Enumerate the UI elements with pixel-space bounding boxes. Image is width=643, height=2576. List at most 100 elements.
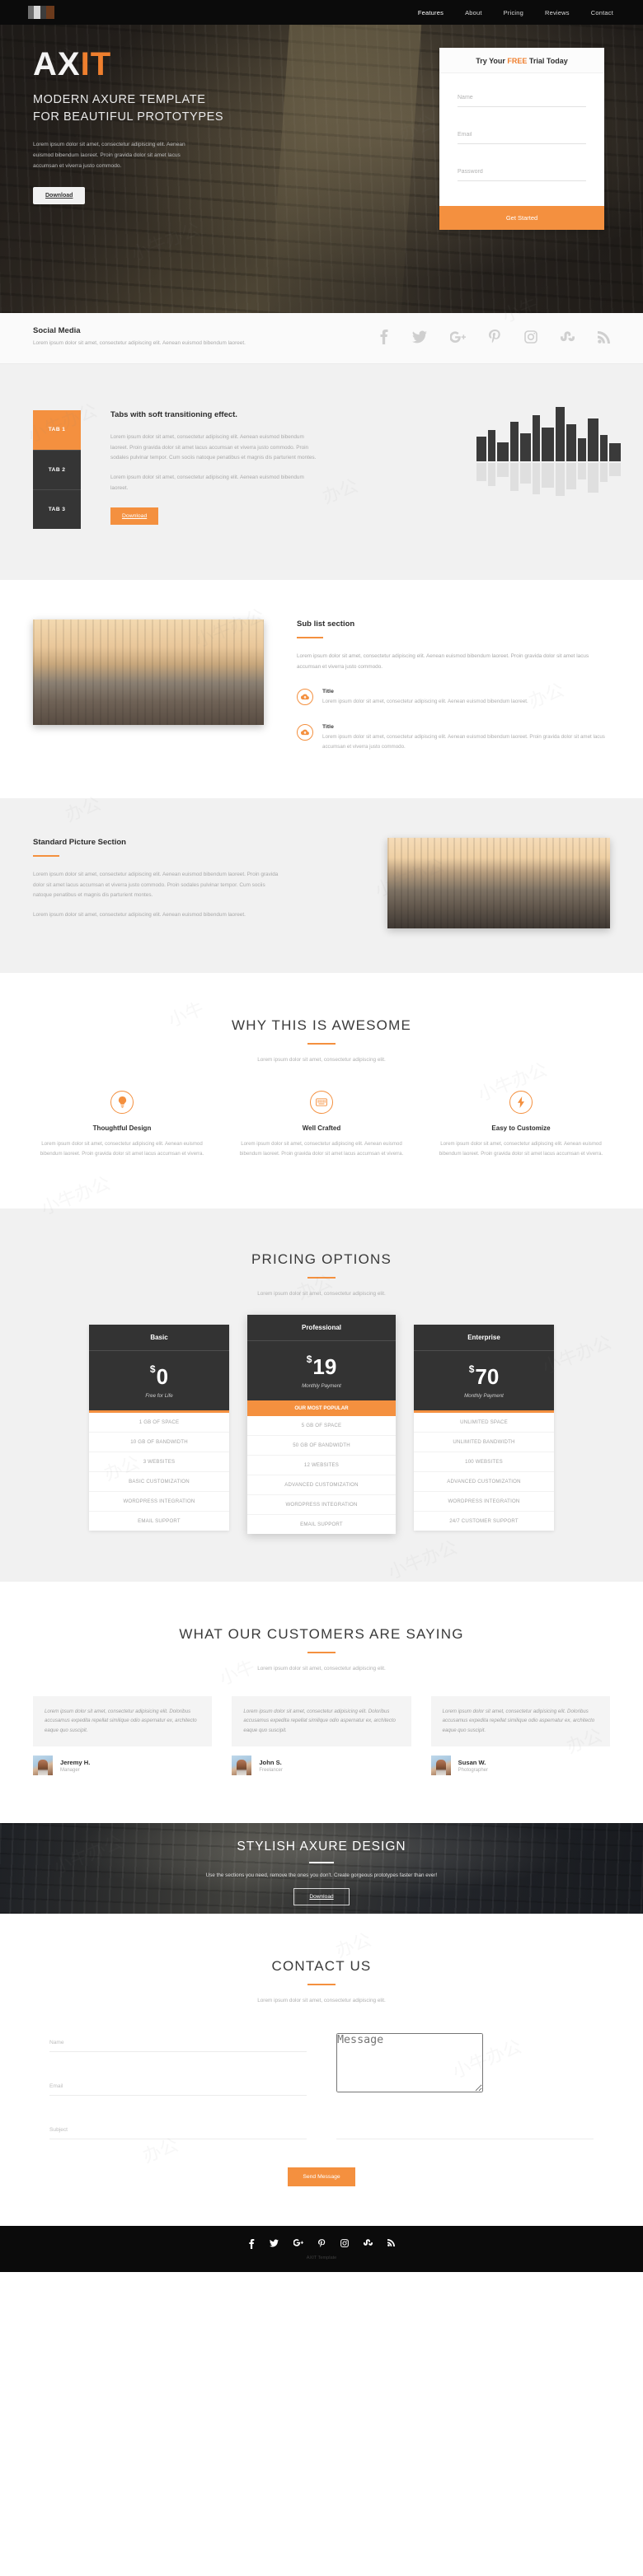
- plan-feature: BASIC CUSTOMIZATION: [89, 1472, 229, 1492]
- testimonial-quote: Lorem ipsum dolor sit amet, consectetur …: [430, 1695, 610, 1747]
- footer-social-row: [0, 2239, 643, 2250]
- trial-title-before: Try Your: [476, 57, 508, 65]
- contact-subtitle: Lorem ipsum dolor sit amet, consectetur …: [257, 1998, 386, 2004]
- tab-1[interactable]: TAB 1: [33, 409, 81, 450]
- feature-text: Lorem ipsum dolor sit amet, consectetur …: [239, 1140, 404, 1157]
- plan-feature: EMAIL SUPPORT: [300, 1521, 343, 1527]
- google-plus-icon[interactable]: [450, 331, 466, 344]
- top-navigation-bar: Features About Pricing Reviews Contact: [0, 0, 643, 25]
- testimonial-card: Lorem ipsum dolor sit amet, consectetur …: [232, 1695, 411, 1776]
- rss-icon[interactable]: [598, 330, 610, 344]
- social-media-section: Social Media Lorem ipsum dolor sit amet,…: [0, 313, 643, 364]
- standard-paragraph-1: Lorem ipsum dolor sit amet, consectetur …: [33, 871, 279, 899]
- nav-item-reviews[interactable]: Reviews: [545, 9, 570, 16]
- pricing-card-professional[interactable]: Professional $19 Monthly Payment OUR MOS…: [247, 1314, 396, 1534]
- contact-name-field[interactable]: [49, 2033, 307, 2053]
- pinterest-icon[interactable]: [489, 330, 501, 344]
- trial-password-field[interactable]: [458, 162, 586, 181]
- testimonial-quote: Lorem ipsum dolor sit amet, consectetur …: [33, 1695, 213, 1747]
- bolt-icon: [509, 1090, 533, 1114]
- sublist-rule: [297, 636, 323, 638]
- avatar: [232, 1756, 252, 1776]
- brand-suffix: IT: [80, 46, 112, 82]
- get-started-button[interactable]: Get Started: [439, 206, 604, 230]
- brand-prefix: AX: [33, 46, 81, 82]
- contact-email-field[interactable]: [49, 2077, 307, 2097]
- testimonial-role: Manager: [60, 1767, 80, 1773]
- contact-section: CONTACT US Lorem ipsum dolor sit amet, c…: [0, 1914, 643, 2227]
- stumbleupon-icon[interactable]: [561, 331, 575, 343]
- social-text-block: Social Media Lorem ipsum dolor sit amet,…: [33, 326, 246, 348]
- cta-download-button[interactable]: Download: [293, 1887, 350, 1905]
- tab-panel: Tabs with soft transitioning effect. Lor…: [110, 410, 317, 529]
- axit-logo[interactable]: [28, 6, 56, 19]
- rss-icon[interactable]: [387, 2239, 395, 2249]
- twitter-icon[interactable]: [412, 330, 427, 344]
- nav-item-features[interactable]: Features: [418, 9, 444, 16]
- plan-feature: WORDPRESS INTEGRATION: [247, 1495, 396, 1515]
- pricing-section: PRICING OPTIONS Lorem ipsum dolor sit am…: [0, 1208, 643, 1582]
- plan-feature: 100 WEBSITES: [414, 1452, 554, 1472]
- cta-paragraph: Use the sections you need, remove the on…: [205, 1872, 438, 1878]
- contact-message-input[interactable]: [336, 2033, 483, 2093]
- contact-message-field[interactable]: [336, 2033, 594, 2140]
- trial-card-title: Try Your FREE Trial Today: [439, 48, 604, 73]
- nav-item-pricing[interactable]: Pricing: [504, 9, 523, 16]
- tab-heading: Tabs with soft transitioning effect.: [110, 409, 237, 419]
- nav-item-contact[interactable]: Contact: [591, 9, 613, 16]
- facebook-icon[interactable]: [378, 330, 389, 345]
- testimonials-heading: WHAT OUR CUSTOMERS ARE SAYING: [179, 1625, 464, 1642]
- plan-feature: ADVANCED CUSTOMIZATION: [247, 1475, 396, 1495]
- trial-email-input[interactable]: [458, 132, 586, 138]
- trial-name-input[interactable]: [458, 95, 586, 101]
- pricing-subtitle: Lorem ipsum dolor sit amet, consectetur …: [257, 1290, 386, 1297]
- social-paragraph: Lorem ipsum dolor sit amet, consectetur …: [33, 340, 246, 346]
- nav-item-about[interactable]: About: [465, 9, 482, 16]
- sublist-photo: [33, 619, 264, 725]
- tab-2[interactable]: TAB 2: [33, 449, 81, 489]
- standard-picture-section: Standard Picture Section Lorem ipsum dol…: [0, 797, 643, 973]
- tab-download-button[interactable]: Download: [110, 507, 159, 525]
- plan-price-block: $19 Monthly Payment: [247, 1340, 396, 1400]
- stumbleupon-icon[interactable]: [364, 2239, 373, 2249]
- facebook-icon[interactable]: [248, 2239, 255, 2250]
- pinterest-icon[interactable]: [318, 2239, 326, 2249]
- plan-name: Enterprise: [414, 1324, 554, 1351]
- keyboard-icon: [310, 1090, 333, 1114]
- plan-feature-list: 1 GB OF SPACE 10 GB OF BANDWIDTH 3 WEBSI…: [89, 1413, 229, 1531]
- sub-list-section: Sub list section Lorem ipsum dolor sit a…: [0, 579, 643, 798]
- contact-email-input[interactable]: [49, 2083, 307, 2090]
- plan-amount-value: 0: [156, 1363, 169, 1389]
- features-subtitle: Lorem ipsum dolor sit amet, consectetur …: [257, 1056, 386, 1063]
- pricing-card-basic[interactable]: Basic $0 Free for Life 1 GB OF SPACE 10 …: [89, 1324, 229, 1531]
- pricing-card-enterprise[interactable]: Enterprise $70 Monthly Payment UNLIMITED…: [414, 1324, 554, 1531]
- trial-password-input[interactable]: [458, 169, 586, 175]
- trial-email-field[interactable]: [458, 125, 586, 144]
- hero-download-button[interactable]: Download: [33, 186, 86, 204]
- tab-3[interactable]: TAB 3: [33, 489, 81, 529]
- plan-feature: 50 GB OF BANDWIDTH: [247, 1436, 396, 1456]
- cta-banner-section: STYLISH AXURE DESIGN Use the sections yo…: [0, 1823, 643, 1914]
- plan-feature: UNLIMITED BANDWIDTH: [414, 1433, 554, 1452]
- contact-name-input[interactable]: [49, 2040, 307, 2046]
- google-plus-icon[interactable]: [293, 2239, 303, 2249]
- plan-period: Free for Life: [145, 1392, 173, 1399]
- plan-price-block: $70 Monthly Payment: [414, 1350, 554, 1410]
- plan-feature: EMAIL SUPPORT: [138, 1517, 181, 1524]
- contact-subject-field[interactable]: [49, 2120, 307, 2140]
- contact-subject-input[interactable]: [49, 2127, 307, 2134]
- instagram-icon[interactable]: [340, 2239, 349, 2249]
- instagram-icon[interactable]: [524, 330, 537, 344]
- plan-currency: $: [306, 1353, 312, 1365]
- send-message-button[interactable]: Send Message: [288, 2167, 355, 2187]
- feature-title: Thoughtful Design: [92, 1124, 152, 1132]
- plan-amount: $0: [89, 1364, 229, 1387]
- sublist-item: Title Lorem ipsum dolor sit amet, consec…: [297, 689, 610, 707]
- features-heading: WHY THIS IS AWESOME: [231, 1017, 412, 1033]
- cloud-upload-icon: [297, 689, 313, 706]
- twitter-icon[interactable]: [270, 2239, 279, 2249]
- trial-name-field[interactable]: [458, 88, 586, 107]
- plan-amount: $19: [247, 1354, 396, 1377]
- most-popular-badge: OUR MOST POPULAR: [247, 1400, 396, 1416]
- avatar: [33, 1756, 53, 1776]
